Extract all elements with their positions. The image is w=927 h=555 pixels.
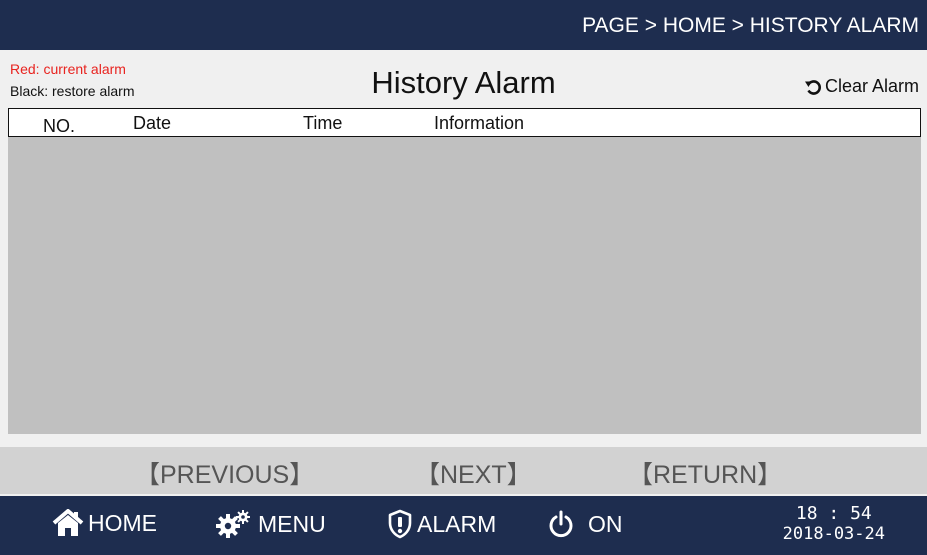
undo-icon [804, 78, 822, 96]
previous-button[interactable]: 【PREVIOUS】 [135, 455, 314, 491]
gears-icon [214, 509, 254, 539]
alarm-list[interactable] [8, 137, 921, 434]
column-no: NO. [43, 116, 76, 136]
nav-alarm-button[interactable]: ALARM [387, 509, 496, 539]
clock-date: 2018-03-24 [782, 524, 885, 544]
clear-alarm-button[interactable]: Clear Alarm [804, 76, 919, 97]
column-time: Time [303, 113, 343, 133]
breadcrumb: PAGE > HOME > HISTORY ALARM [582, 14, 919, 37]
page-title: History Alarm [371, 65, 556, 100]
next-button[interactable]: 【NEXT】 [415, 455, 532, 491]
power-icon [548, 509, 574, 539]
clock: 18 : 54 2018-03-24 [782, 503, 885, 545]
nav-alarm-label: ALARM [417, 510, 497, 537]
column-information: Information [434, 113, 525, 133]
shield-alert-icon [387, 509, 413, 539]
bottom-nav-bar: HOME MENU ALARM ON 18: 54 2018-03-24 [0, 496, 927, 555]
nav-menu-label: MENU [258, 510, 326, 537]
home-icon [52, 509, 84, 537]
clear-alarm-label: Clear Alarm [824, 76, 919, 96]
pager-bar: 【PREVIOUS】 【NEXT】 【RETURN】 [0, 447, 927, 494]
top-bar: PAGE > HOME > HISTORY ALARM [0, 0, 927, 50]
nav-home-label: HOME [88, 509, 157, 536]
table-header: NO. Date Time Information [8, 108, 921, 137]
nav-menu-button[interactable]: MENU [214, 509, 326, 539]
page-header: Red: current alarm Black: restore alarm … [0, 50, 927, 108]
return-button[interactable]: 【RETURN】 [628, 455, 782, 491]
column-date: Date [133, 113, 172, 133]
clock-time: 18 : 54 [795, 503, 872, 524]
nav-power-button[interactable]: ON [548, 509, 623, 539]
nav-home-button[interactable]: HOME [52, 509, 157, 537]
nav-on-label: ON [588, 510, 623, 537]
